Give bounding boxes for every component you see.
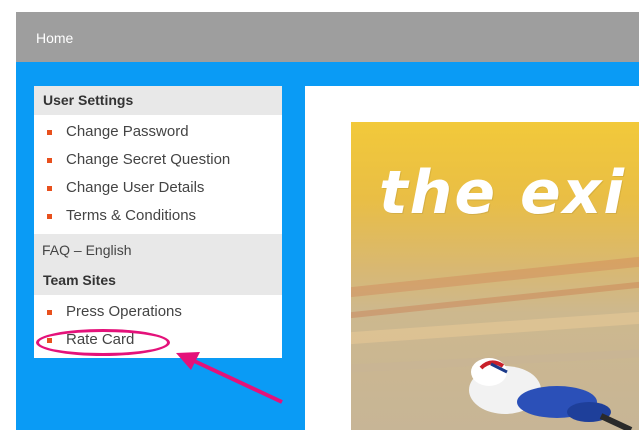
change-user-details-link[interactable]: Change User Details — [34, 174, 282, 202]
bullet-icon — [47, 158, 52, 163]
hero-headline: the exi — [379, 158, 626, 228]
bullet-icon — [47, 186, 52, 191]
press-operations-link[interactable]: Press Operations — [34, 298, 282, 326]
sidebar: User Settings Change Password Change Sec… — [34, 86, 282, 358]
user-settings-header: User Settings — [34, 86, 282, 115]
change-password-link[interactable]: Change Password — [34, 118, 282, 146]
terms-conditions-link[interactable]: Terms & Conditions — [34, 202, 282, 230]
menu-item-label: Change Password — [66, 123, 189, 140]
bullet-icon — [47, 130, 52, 135]
velodrome-track-stripe — [351, 311, 639, 345]
bullet-icon — [47, 214, 52, 219]
cyclist-illustration — [469, 358, 633, 430]
user-settings-list: Change Password Change Secret Question C… — [34, 115, 282, 234]
menu-item-label: Change Secret Question — [66, 151, 231, 168]
menu-item-label: Press Operations — [66, 303, 182, 320]
menu-item-label: Change User Details — [66, 179, 205, 196]
hero-banner-image: the exi — [351, 122, 639, 430]
pointer-arrow-icon — [176, 352, 283, 404]
faq-english-link[interactable]: FAQ – English — [34, 234, 282, 266]
home-link[interactable]: Home — [36, 30, 73, 46]
menu-item-label: Rate Card — [66, 331, 135, 348]
team-sites-header: Team Sites — [34, 266, 282, 295]
change-secret-question-link[interactable]: Change Secret Question — [34, 146, 282, 174]
team-sites-list: Press Operations Rate Card — [34, 295, 282, 358]
menu-item-label: Terms & Conditions — [66, 207, 197, 224]
bullet-icon — [47, 310, 52, 315]
bullet-icon — [47, 338, 52, 343]
top-nav-bar: Home — [16, 12, 639, 62]
